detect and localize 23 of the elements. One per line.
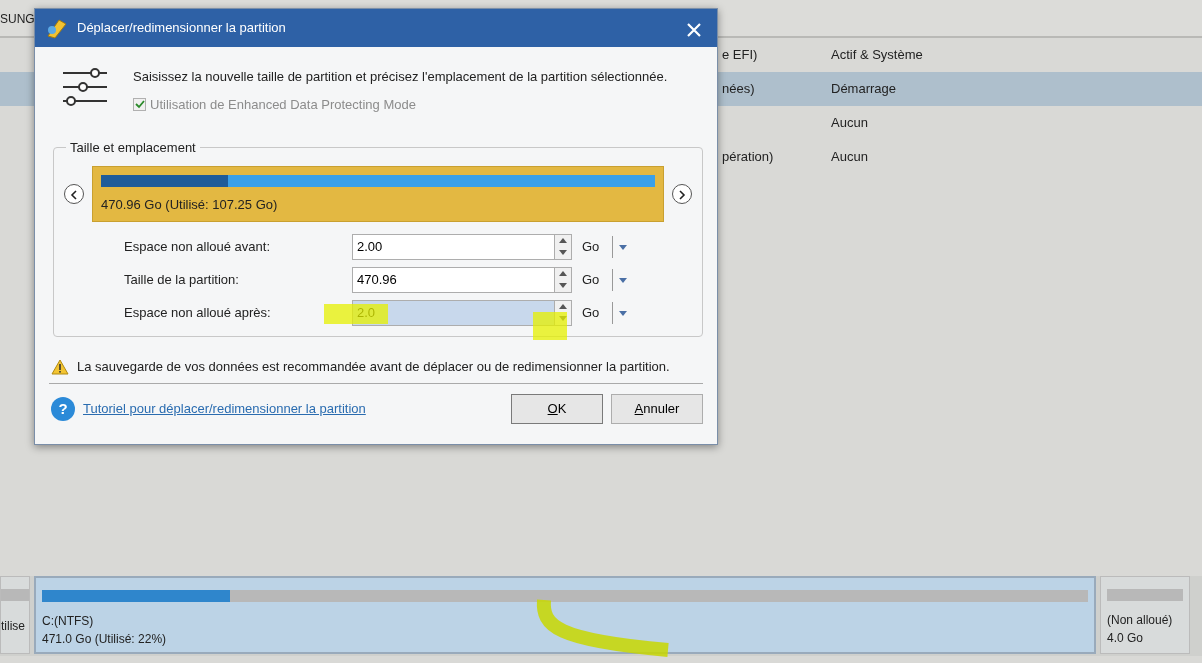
checkbox-label: Utilisation de Enhanced Data Protecting Mode bbox=[150, 95, 416, 114]
partition-label: 470.96 Go (Utilisé: 107.25 Go) bbox=[101, 196, 279, 214]
column-header: SUNG bbox=[0, 12, 35, 26]
instruction-text: Saisissez la nouvelle taille de partition et précisez l'emplacement de la partition sélectionnée. bbox=[133, 68, 668, 86]
warning-text: La sauvegarde de vos données est recommandée avant de déplacer ou de redimensionner la partition. bbox=[77, 358, 670, 377]
partition-name: C:(NTFS) bbox=[42, 613, 95, 630]
table-cell-text: Aucun bbox=[831, 148, 868, 167]
partition-name: tilise bbox=[1, 618, 26, 635]
table-cell: nées) bbox=[722, 81, 755, 97]
field-label: Taille de la partition: bbox=[124, 270, 240, 289]
field-label: Espace non alloué après: bbox=[124, 303, 272, 322]
partition-size: 471.0 Go (Utilisé: 22%) bbox=[42, 631, 168, 648]
table-cell: pération) bbox=[722, 149, 774, 165]
unit-label: Go bbox=[581, 237, 601, 256]
unit-label: Go bbox=[581, 270, 601, 289]
dialog-title: Déplacer/redimensionner la partition bbox=[77, 19, 287, 38]
table-cell-text: Démarrage bbox=[831, 80, 897, 99]
table-cell: e EFI) bbox=[722, 47, 758, 63]
partition-name: (Non alloué) bbox=[1107, 612, 1174, 629]
table-cell-text: Actif & Système bbox=[831, 46, 923, 65]
field-label: Espace non alloué avant: bbox=[124, 237, 271, 256]
partition-size: 4.0 Go bbox=[1107, 630, 1145, 647]
unit-label: Go bbox=[581, 303, 601, 322]
